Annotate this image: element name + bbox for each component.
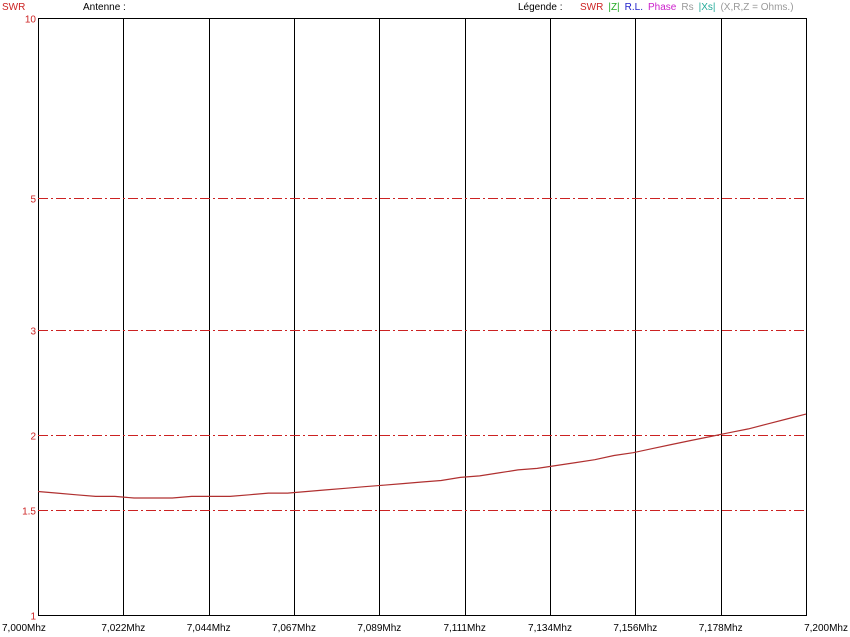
y-axis-title: SWR [2, 2, 25, 13]
antenna-label: Antenne : [83, 2, 126, 13]
x-tick-label: 7,044Mhz [187, 623, 231, 634]
x-tick-label: 7,134Mhz [528, 623, 572, 634]
x-tick-label: 7,000Mhz [2, 623, 46, 634]
x-tick-label: 7,067Mhz [272, 623, 316, 634]
x-tick-label: 7,111Mhz [443, 623, 485, 634]
y-tick-label: 1 [30, 612, 36, 623]
y-tick-label: 1.5 [22, 507, 36, 518]
legend-label: Légende : [518, 2, 563, 13]
x-tick-label: 7,156Mhz [613, 623, 657, 634]
y-tick-label: 5 [30, 195, 36, 206]
y-axis-ticks: 1 1.5 2 3 5 10 [22, 15, 36, 623]
x-tick-label: 7,200Mhz [804, 623, 848, 634]
legend-item: R.L. [625, 2, 643, 13]
legend-item: |Z| [608, 2, 619, 13]
legend-item: Rs [681, 2, 693, 13]
y-tick-label: 2 [30, 432, 36, 443]
x-axis-ticks: 7,000Mhz 7,022Mhz 7,044Mhz 7,067Mhz 7,089Mhz… [2, 623, 848, 634]
x-tick-label: 7,022Mhz [101, 623, 145, 634]
x-tick-label: 7,089Mhz [357, 623, 401, 634]
legend-item: (X,R,Z = Ohms.) [720, 2, 793, 13]
x-tick-label: 7,178Mhz [699, 623, 743, 634]
legend-item: |Xs| [699, 2, 716, 13]
y-tick-label: 3 [30, 327, 36, 338]
legend-item: SWR [580, 2, 603, 13]
legend: SWR |Z| R.L. Phase Rs |Xs| (X,R,Z = Ohms.) [580, 2, 794, 13]
y-tick-label: 10 [25, 15, 37, 26]
swr-chart: 1 1.5 2 3 5 10 7,000Mhz 7,022Mhz 7,044Mhz 7,067M… [2, 2, 848, 634]
legend-item: Phase [648, 2, 677, 13]
plot-frame [38, 18, 807, 616]
